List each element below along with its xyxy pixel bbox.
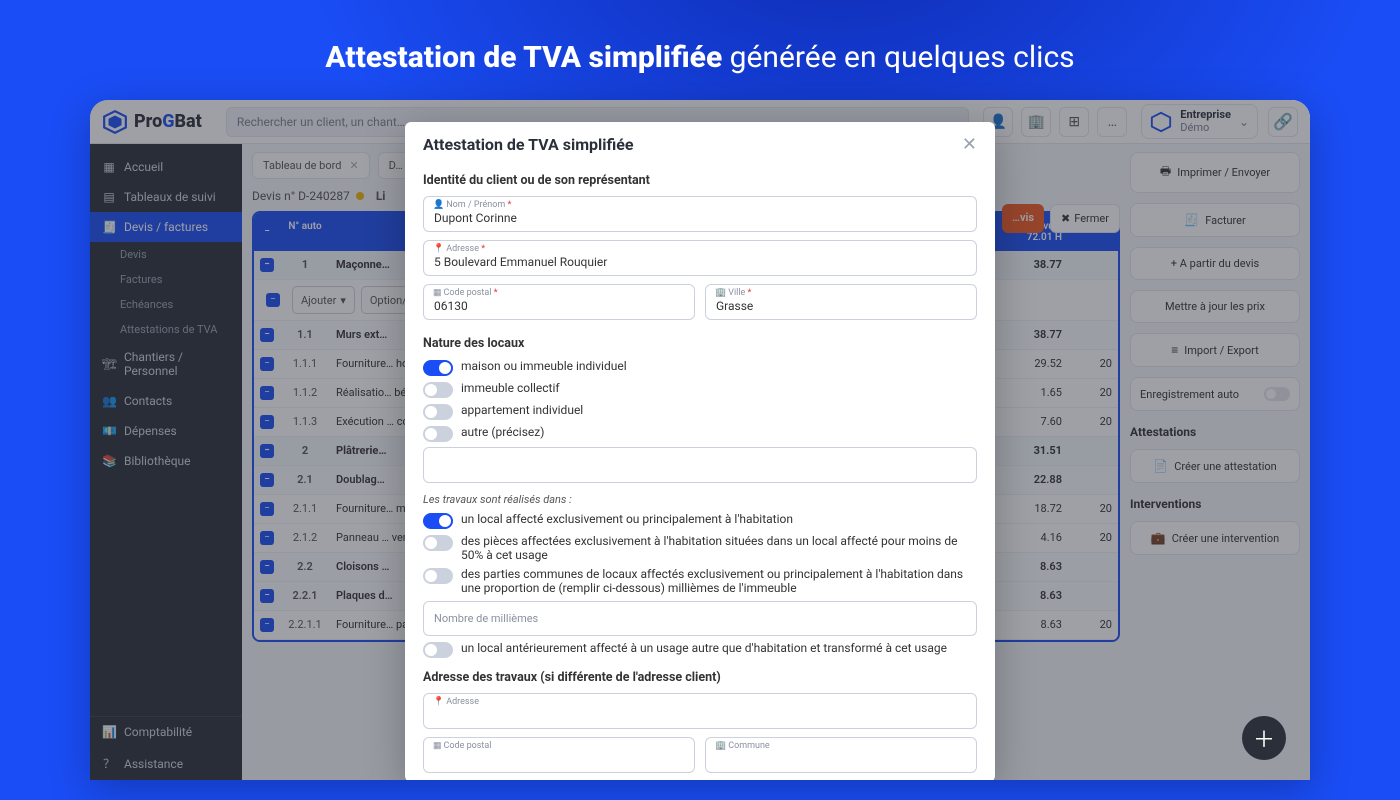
toggle-switch[interactable] <box>423 513 453 529</box>
toggle-switch[interactable] <box>423 360 453 376</box>
toggle-switch[interactable] <box>423 382 453 398</box>
works-address-heading: Adresse des travaux (si différente de l'… <box>423 670 977 685</box>
toggle-switch[interactable] <box>423 404 453 420</box>
hero-title: Attestation de TVA simplifiée générée en… <box>0 0 1400 100</box>
other-detail-field[interactable] <box>423 447 977 483</box>
toggle-switch[interactable] <box>423 568 453 584</box>
works-address-field[interactable]: 📍Adresse <box>423 693 977 729</box>
toggle-option[interactable]: un local affecté exclusivement ou princi… <box>423 512 977 529</box>
city-field[interactable]: 🏢Ville * Grasse <box>705 284 977 320</box>
nature-heading: Nature des locaux <box>423 336 977 351</box>
works-intro: Les travaux sont réalisés dans : <box>423 493 977 506</box>
client-identity-heading: Identité du client ou de son représentan… <box>423 173 977 188</box>
name-field[interactable]: 👤Nom / Prénom * Dupont Corinne <box>423 196 977 232</box>
toggle-option[interactable]: maison ou immeuble individuel <box>423 359 977 376</box>
toggle-option[interactable]: appartement individuel <box>423 403 977 420</box>
option-label: des parties communes de locaux affectés … <box>461 567 977 595</box>
option-label: maison ou immeuble individuel <box>461 359 627 373</box>
grid-icon: ▦ <box>433 288 442 298</box>
option-label: des pièces affectées exclusivement à l'h… <box>461 534 977 562</box>
user-icon: 👤 <box>433 200 444 210</box>
modal-close-icon[interactable]: ✕ <box>962 134 977 155</box>
pin-icon: 📍 <box>433 244 444 254</box>
works-city-field[interactable]: 🏢Commune <box>705 737 977 773</box>
building-icon: 🏢 <box>715 288 726 298</box>
option-label: autre (précisez) <box>461 425 544 439</box>
modal-title: Attestation de TVA simplifiée <box>423 135 634 154</box>
toggle-option[interactable]: un local antérieurement affecté à un usa… <box>423 641 977 658</box>
address-field[interactable]: 📍Adresse * 5 Boulevard Emmanuel Rouquier <box>423 240 977 276</box>
toggle-option[interactable]: des parties communes de locaux affectés … <box>423 567 977 595</box>
grid-icon: ▦ <box>433 741 442 751</box>
pin-icon: 📍 <box>433 697 444 707</box>
option-label: un local antérieurement affecté à un usa… <box>461 641 947 655</box>
toggle-option[interactable]: immeuble collectif <box>423 381 977 398</box>
toggle-switch[interactable] <box>423 642 453 658</box>
toggle-switch[interactable] <box>423 426 453 442</box>
option-label: appartement individuel <box>461 403 583 417</box>
vat-attestation-modal: Attestation de TVA simplifiée ✕ Identité… <box>405 122 995 780</box>
works-postal-field[interactable]: ▦Code postal <box>423 737 695 773</box>
fab-add-button[interactable]: ＋ <box>1242 716 1286 760</box>
toggle-option[interactable]: des pièces affectées exclusivement à l'h… <box>423 534 977 562</box>
option-label: un local affecté exclusivement ou princi… <box>461 512 793 526</box>
option-label: immeuble collectif <box>461 381 560 395</box>
milliemes-field[interactable]: Nombre de millièmes <box>423 601 977 636</box>
postal-code-field[interactable]: ▦Code postal * 06130 <box>423 284 695 320</box>
building-icon: 🏢 <box>715 741 726 751</box>
toggle-switch[interactable] <box>423 535 453 551</box>
toggle-option[interactable]: autre (précisez) <box>423 425 977 442</box>
